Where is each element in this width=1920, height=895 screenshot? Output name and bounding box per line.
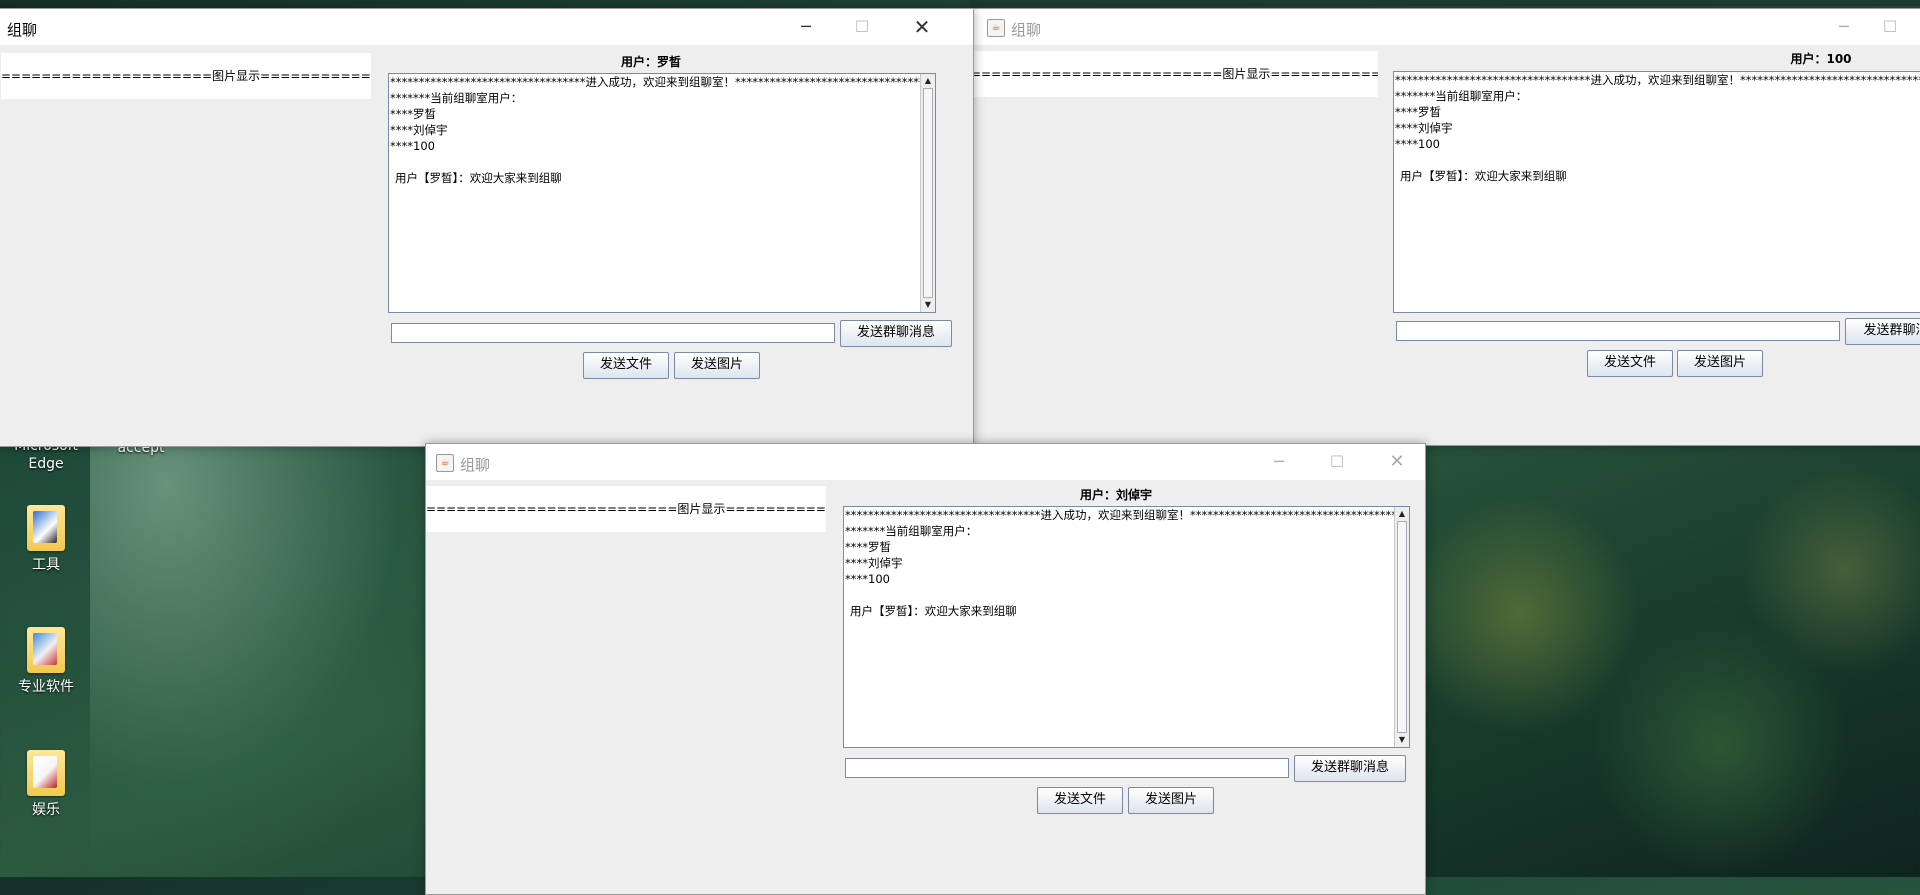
title-bar[interactable]: 组聊 ─ ☐ ✕ [0, 9, 973, 45]
folder-icon [27, 505, 65, 551]
close-icon[interactable]: ✕ [899, 9, 945, 45]
chat-log[interactable]: **********************************进入成功，欢… [843, 506, 1410, 748]
java-app-icon: ☕ [987, 19, 1005, 37]
chat-line: ****刘倬宇 [845, 556, 903, 570]
send-file-button[interactable]: 发送文件 [1587, 350, 1673, 377]
java-app-icon: ☕ [436, 454, 454, 472]
send-image-button[interactable]: 发送图片 [674, 352, 760, 379]
send-image-button[interactable]: 发送图片 [1128, 787, 1214, 814]
maximize-icon[interactable]: ☐ [1314, 444, 1360, 480]
chat-line: ****刘倬宇 [1395, 121, 1453, 135]
user-label: 用户：100 [1790, 52, 1852, 66]
chat-line: ****100 [1395, 137, 1440, 151]
send-group-message-button[interactable]: 发送群聊消息 [1294, 755, 1406, 782]
send-group-message-button[interactable]: 发送群聊消 [1845, 318, 1920, 345]
title-bar[interactable]: ☕ 组聊 ─ ☐ ✕ [426, 444, 1425, 480]
chat-line: 用户【罗晳】：欢迎大家来到组聊 [1400, 169, 1567, 183]
minimize-icon[interactable]: ─ [1821, 9, 1867, 45]
chat-line: *******当前组聊室用户： [390, 91, 523, 105]
window-title: 组聊 [460, 456, 491, 474]
chat-line: ****刘倬宇 [390, 123, 448, 137]
close-icon[interactable]: ✕ [1374, 444, 1420, 480]
image-display-header: =========================图片显示===========… [971, 51, 1378, 97]
send-file-button[interactable]: 发送文件 [583, 352, 669, 379]
desktop-icon-pro-software-label: 专业软件 [18, 679, 74, 695]
wallpaper-trees [1420, 440, 1920, 877]
chat-line: ****100 [845, 572, 890, 586]
maximize-icon[interactable]: ☐ [839, 9, 885, 45]
wallpaper-top-strip [970, 0, 1920, 6]
folder-icon [27, 750, 65, 796]
chat-line: **********************************进入成功，欢… [1395, 73, 1920, 87]
desktop-icon-entertainment-label: 娱乐 [32, 802, 60, 818]
chat-line: ****罗晳 [390, 107, 436, 121]
chat-line: ****罗晳 [1395, 105, 1441, 119]
send-group-message-button[interactable]: 发送群聊消息 [840, 320, 952, 347]
scroll-down-arrow-icon[interactable]: ▼ [921, 298, 935, 312]
desktop-icon-tools-label: 工具 [32, 557, 60, 573]
scroll-up-arrow-icon[interactable]: ▲ [921, 74, 935, 88]
chat-window-100: ☕ 组聊 ─ ☐ =========================图片显示==… [970, 8, 1920, 446]
send-file-button[interactable]: 发送文件 [1037, 787, 1123, 814]
vertical-scrollbar[interactable]: ▲ ▼ [920, 74, 935, 312]
title-bar[interactable]: ☕ 组聊 ─ ☐ [971, 9, 1920, 45]
message-input[interactable] [1396, 321, 1840, 341]
chat-line: *******当前组聊室用户： [845, 524, 978, 538]
wallpaper-light [90, 440, 470, 877]
desktop-icon-edge-label-2: Edge [28, 456, 64, 472]
image-display-header: =====================图片显示===============… [1, 53, 371, 99]
chat-line: ****罗晳 [845, 540, 891, 554]
folder-icon [27, 627, 65, 673]
chat-line: *******当前组聊室用户： [1395, 89, 1528, 103]
minimize-icon[interactable]: ─ [1256, 444, 1302, 480]
chat-line: **********************************进入成功，欢… [390, 75, 936, 89]
desktop-icon-entertainment[interactable]: 娱乐 [1, 750, 91, 819]
chat-line: ****100 [390, 139, 435, 153]
chat-line: **********************************进入成功，欢… [845, 508, 1397, 522]
minimize-icon[interactable]: ─ [783, 9, 829, 45]
image-display-header: =========================图片显示===========… [426, 486, 826, 532]
chat-log[interactable]: **********************************进入成功，欢… [388, 73, 936, 313]
user-label: 用户：刘倬宇 [1079, 488, 1152, 502]
scroll-thumb[interactable] [1397, 521, 1407, 733]
chat-window-luoxi: 组聊 ─ ☐ ✕ =====================图片显示======… [0, 8, 974, 447]
chat-line: 用户【罗晳】：欢迎大家来到组聊 [850, 604, 1017, 618]
send-image-button[interactable]: 发送图片 [1677, 350, 1763, 377]
message-input[interactable] [391, 323, 835, 343]
message-input[interactable] [845, 758, 1289, 778]
desktop-icon-tools[interactable]: 工具 [1, 505, 91, 574]
chat-line: 用户【罗晳】：欢迎大家来到组聊 [395, 171, 562, 185]
window-title: 组聊 [7, 21, 38, 39]
desktop-icon-pro-software[interactable]: 专业软件 [1, 627, 91, 696]
window-title: 组聊 [1011, 21, 1042, 39]
vertical-scrollbar[interactable]: ▲ ▼ [1394, 507, 1409, 747]
user-label: 用户：罗晳 [620, 55, 681, 69]
maximize-icon[interactable]: ☐ [1867, 9, 1913, 45]
scroll-up-arrow-icon[interactable]: ▲ [1395, 507, 1409, 521]
chat-log[interactable]: **********************************进入成功，欢… [1393, 71, 1920, 313]
chat-window-liuzhuoyu: ☕ 组聊 ─ ☐ ✕ =========================图片显示… [425, 443, 1426, 895]
scroll-thumb[interactable] [923, 88, 933, 298]
scroll-down-arrow-icon[interactable]: ▼ [1395, 733, 1409, 747]
